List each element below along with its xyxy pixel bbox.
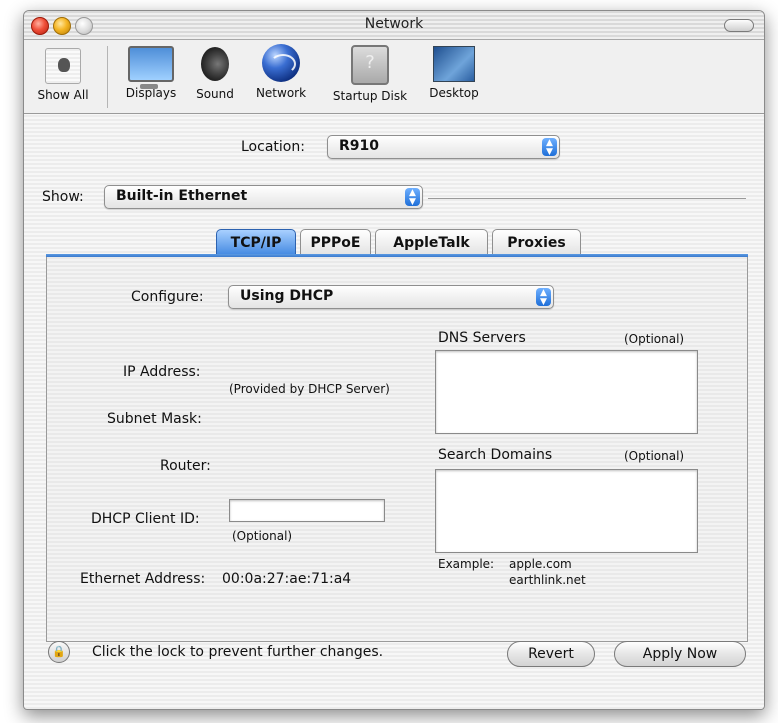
toolbar-label: Startup Disk [332,89,408,103]
example-domain-2: earthlink.net [509,573,586,587]
configure-popup[interactable]: Using DHCP ▲ ▼ [228,285,554,309]
router-label: Router: [160,458,211,474]
tab-proxies[interactable]: Proxies [492,229,581,256]
toolbar: Show All Displays Sound Network ? Startu… [24,40,764,114]
dhcp-client-id-field[interactable] [229,499,385,522]
apply-now-button[interactable]: Apply Now [614,641,746,667]
location-popup[interactable]: R910 ▲ ▼ [327,135,560,159]
popup-arrows-icon: ▲ ▼ [542,138,557,157]
revert-button[interactable]: Revert [507,641,595,667]
network-window: Network Show All Displays Sound Network … [23,10,765,710]
location-value: R910 [339,138,380,154]
toolbar-displays[interactable]: Displays [118,42,184,100]
show-popup[interactable]: Built-in Ethernet ▲ ▼ [104,185,423,209]
ethernet-address-label: Ethernet Address: [80,571,206,587]
toolbar-show-all[interactable]: Show All [29,42,97,102]
search-domains-field[interactable] [435,469,698,553]
dhcp-client-id-label: DHCP Client ID: [91,511,200,527]
ethernet-address-value: 00:0a:27:ae:71:a4 [222,571,352,587]
subnet-mask-label: Subnet Mask: [107,411,202,427]
ip-address-label: IP Address: [123,364,201,380]
toolbar-label: Desktop [429,86,479,100]
divider [428,198,746,199]
search-domains-label: Search Domains [438,447,553,463]
lock-message: Click the lock to prevent further change… [92,644,384,660]
globe-icon [262,44,300,82]
dns-servers-label: DNS Servers [438,330,526,346]
display-icon [128,46,174,89]
dns-optional-note: (Optional) [624,332,685,346]
provided-by-dhcp-note: (Provided by DHCP Server) [229,382,390,396]
tab-appletalk[interactable]: AppleTalk [375,229,488,256]
toolbar-toggle-button[interactable] [724,19,754,32]
dhcp-optional-note: (Optional) [232,529,293,543]
apple-icon [45,48,81,84]
tab-tcpip[interactable]: TCP/IP [216,229,296,256]
example-label: Example: [438,557,495,571]
toolbar-sound[interactable]: Sound [186,42,244,101]
configure-value: Using DHCP [240,288,334,304]
toolbar-network[interactable]: Network [246,42,316,100]
speaker-icon [197,45,233,83]
toolbar-label: Sound [196,87,234,101]
desktop-icon [433,46,475,82]
toolbar-startup-disk[interactable]: ? Startup Disk [320,42,420,103]
title-bar[interactable]: Network [24,11,764,40]
toolbar-label: Network [255,86,307,100]
toolbar-label: Show All [37,88,89,102]
location-label: Location: [241,139,305,155]
show-label: Show: [42,189,84,205]
disk-icon: ? [351,45,389,85]
configure-label: Configure: [131,289,204,305]
example-domain-1: apple.com [509,557,572,571]
toolbar-separator [107,46,108,108]
toolbar-desktop[interactable]: Desktop [422,42,486,100]
show-value: Built-in Ethernet [116,188,248,204]
popup-arrows-icon: ▲ ▼ [536,288,551,307]
popup-arrows-icon: ▲ ▼ [405,188,420,207]
tab-pppoe[interactable]: PPPoE [300,229,371,256]
lock-icon[interactable]: 🔒 [48,641,70,663]
search-optional-note: (Optional) [624,449,685,463]
window-title: Network [364,16,424,32]
dns-servers-field[interactable] [435,350,698,434]
